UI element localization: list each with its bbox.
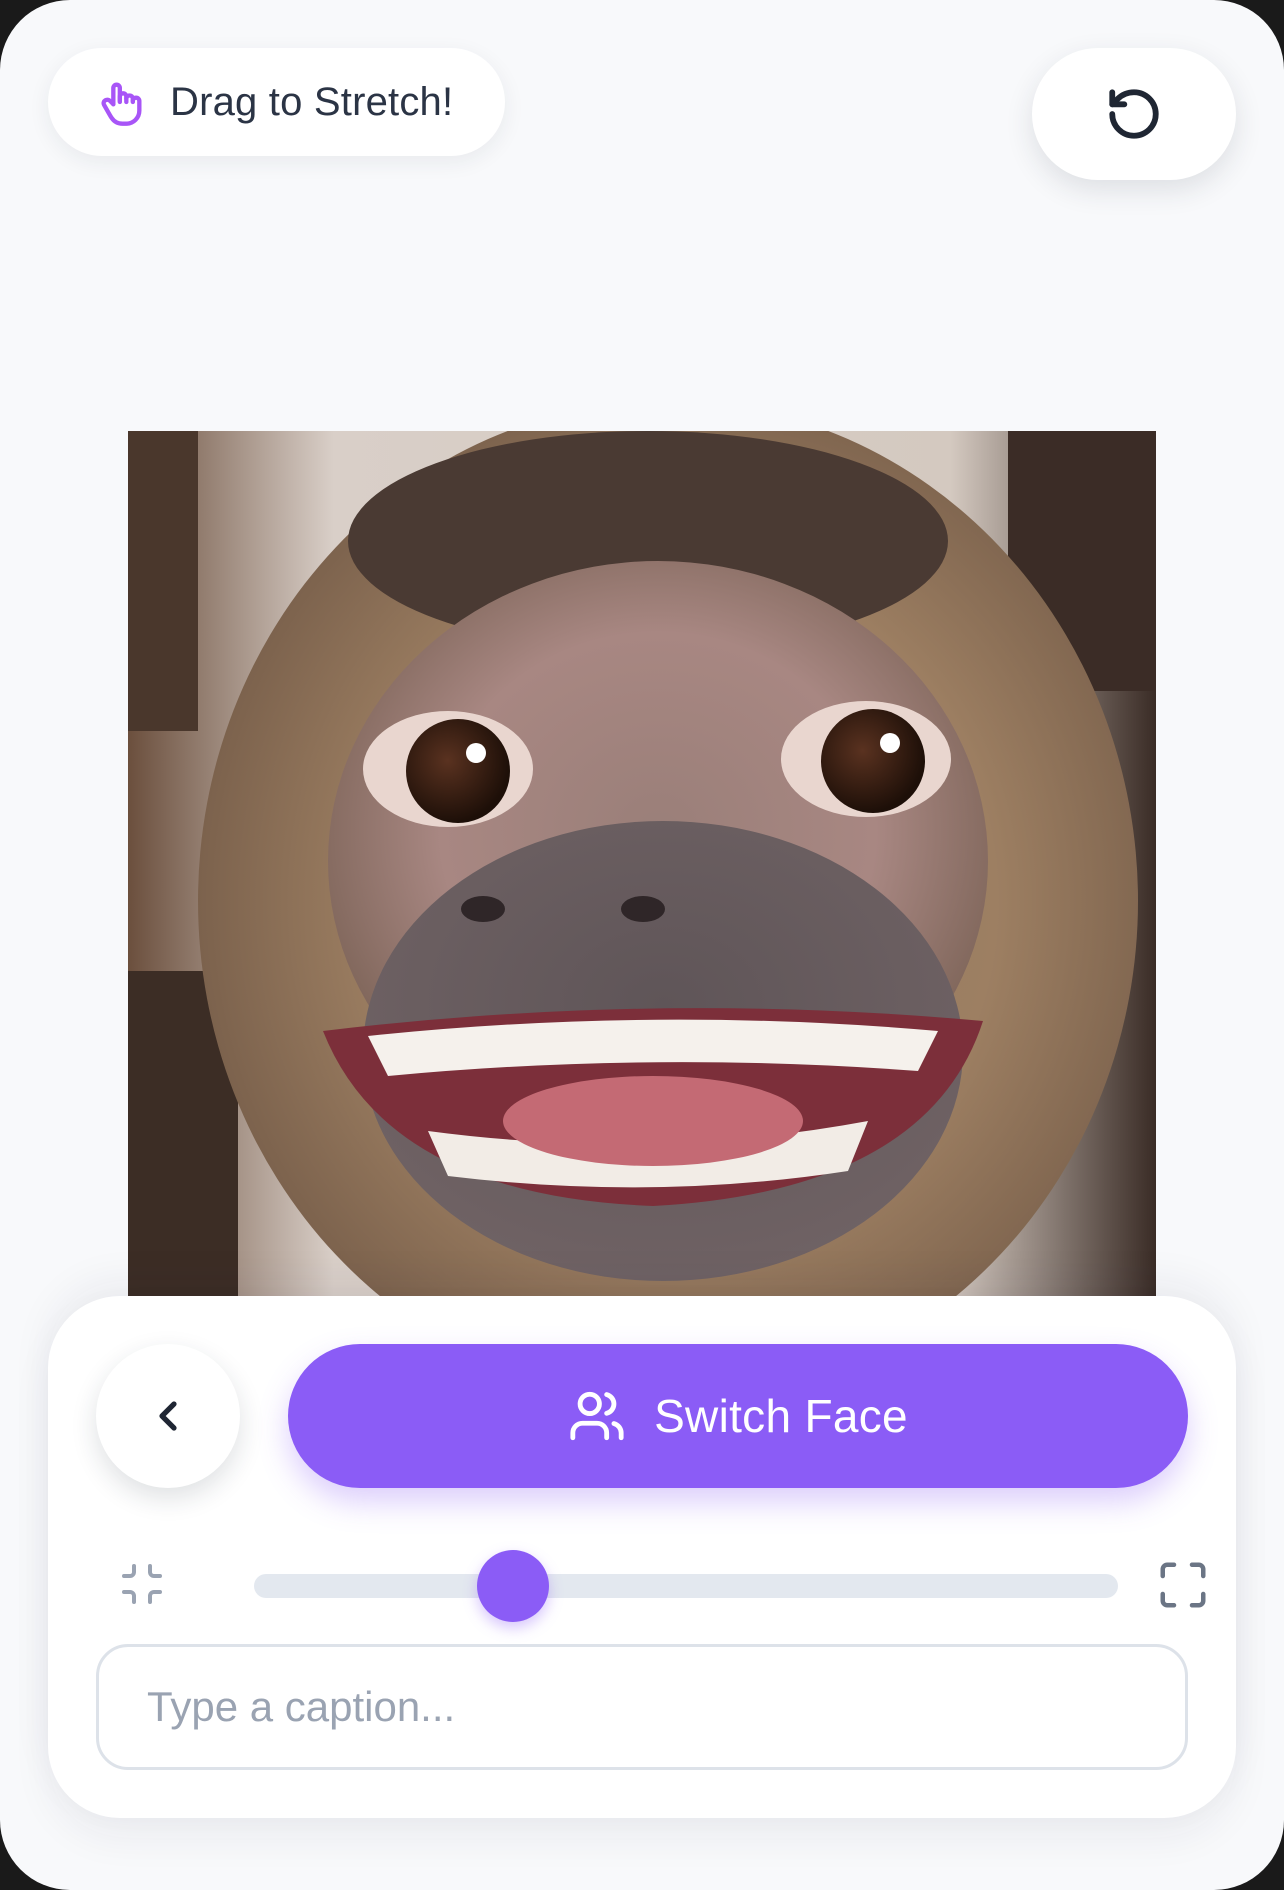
hint-text: Drag to Stretch! [170, 79, 454, 124]
switch-face-label: Switch Face [654, 1390, 908, 1442]
minimize-icon[interactable] [118, 1560, 166, 1608]
zoom-slider-track[interactable] [254, 1550, 1118, 1622]
zoom-control [118, 1544, 1218, 1624]
drag-hint-pill: Drag to Stretch! [48, 48, 506, 156]
app-screen: Drag to Stretch! Switch Face Type a capt… [0, 0, 1284, 1890]
chevron-left-icon [144, 1392, 192, 1440]
reset-button[interactable] [1032, 48, 1236, 180]
zoom-slider-thumb[interactable] [477, 1550, 550, 1622]
stretchable-face-photo[interactable] [128, 431, 1156, 1301]
hand-stop-icon [96, 76, 148, 128]
maximize-icon[interactable] [1156, 1558, 1210, 1612]
switch-face-button[interactable]: Switch Face [288, 1344, 1188, 1488]
control-panel: Switch Face [48, 1296, 1236, 1818]
rotate-ccw-icon [1105, 85, 1163, 143]
back-button[interactable] [96, 1344, 240, 1488]
users-icon [568, 1387, 626, 1445]
caption-input[interactable] [96, 1644, 1188, 1770]
